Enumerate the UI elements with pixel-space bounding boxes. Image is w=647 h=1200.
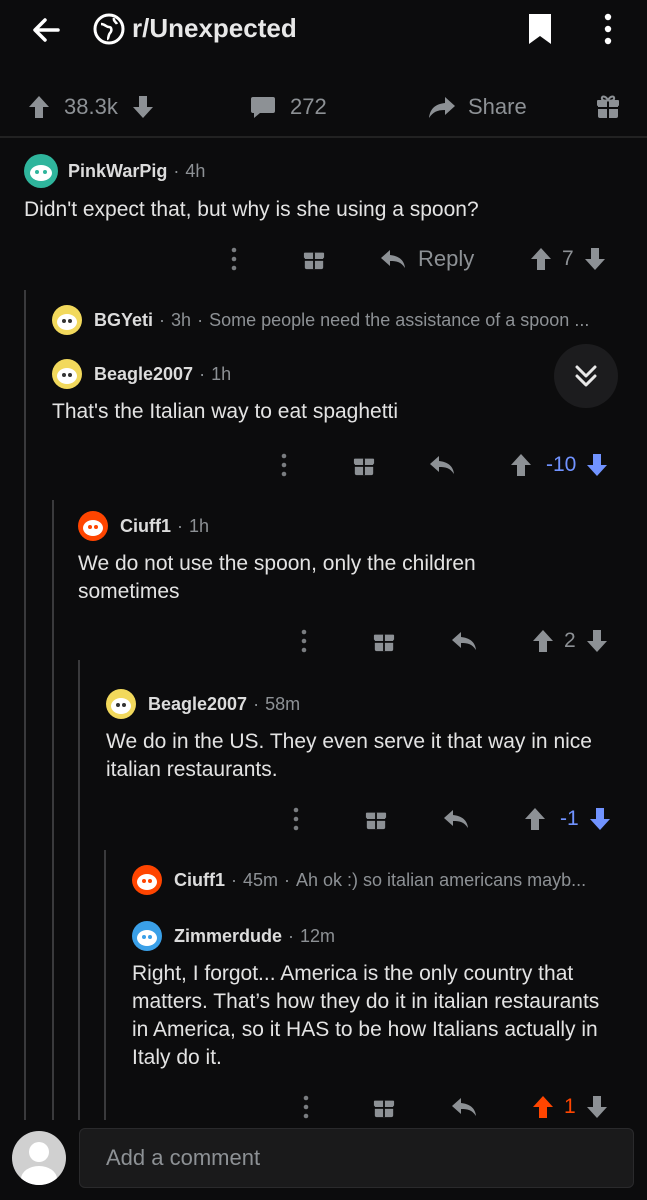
comment-age: 12m [300, 925, 336, 946]
reply-arrow-icon[interactable] [450, 1094, 478, 1120]
collapsed-comment[interactable]: BGYeti · 3h · Some people need the assis… [52, 304, 632, 336]
gift-icon[interactable] [372, 1094, 396, 1120]
reply-label: Reply [418, 246, 475, 271]
comment-age: 1h [211, 363, 232, 384]
share-label: Share [468, 94, 527, 119]
thread-line-1 [24, 290, 26, 1120]
comment-username[interactable]: Beagle2007 [94, 364, 193, 385]
avatar-icon[interactable] [106, 689, 136, 719]
collapse-thread-button[interactable] [554, 344, 618, 408]
comment-score: -1 [560, 807, 579, 830]
back-arrow-icon[interactable] [28, 12, 64, 48]
gift-icon[interactable] [364, 806, 388, 832]
collapsed-comment[interactable]: Ciuff1 · 45m · Ah ok :) so italian ameri… [132, 864, 632, 896]
comment-username[interactable]: PinkWarPig [68, 161, 167, 182]
double-chevron-down-icon [575, 365, 597, 387]
comment-vote-group: 1 [532, 1092, 608, 1122]
comment-username[interactable]: Ciuff1 [174, 870, 225, 891]
comment-username[interactable]: Ciuff1 [120, 516, 171, 537]
comments-count: 272 [290, 94, 327, 119]
avatar-icon [132, 865, 162, 895]
comment-username[interactable]: Zimmerdude [174, 926, 282, 947]
comment-age: 45m [243, 869, 279, 890]
kebab-menu-icon[interactable] [600, 12, 616, 46]
avatar-icon[interactable] [12, 1131, 66, 1185]
share-arrow-icon [429, 97, 455, 118]
comment-vote-group: -1 [524, 804, 611, 834]
kebab-menu-icon[interactable] [228, 244, 240, 274]
downvote-arrow-icon[interactable] [586, 1095, 608, 1119]
avatar-icon[interactable] [52, 359, 82, 389]
add-comment-input[interactable]: Add a comment [79, 1128, 634, 1188]
comment: Ciuff1 · 1h We do not use the spoon, onl… [78, 510, 538, 606]
upvote-arrow-icon[interactable] [530, 247, 552, 271]
comment-score: -10 [546, 453, 577, 476]
divider [0, 136, 647, 138]
comment-body: That's the Italian way to eat spaghetti [52, 400, 399, 423]
avatar-icon[interactable] [24, 154, 58, 188]
post-vote-group: 38.3k [28, 92, 154, 122]
upvote-arrow-icon[interactable] [524, 807, 546, 831]
subreddit-name[interactable]: r/Unexpected [132, 12, 297, 44]
kebab-menu-icon[interactable] [298, 626, 310, 656]
avatar-icon[interactable] [78, 511, 108, 541]
comment: PinkWarPig · 4h Didn't expect that, but … [24, 154, 624, 224]
downvote-arrow-icon[interactable] [584, 247, 606, 271]
top-app-bar: r/Unexpected [0, 0, 647, 62]
comment-preview: Ah ok :) so italian americans mayb... [296, 869, 587, 890]
gift-icon[interactable] [372, 628, 396, 654]
reply-arrow-icon[interactable] [428, 452, 456, 478]
comment-preview: Some people need the assistance of a spo… [209, 309, 590, 330]
comment: Beagle2007 · 1h That's the Italian way t… [52, 358, 552, 426]
subreddit-globe-icon [92, 12, 126, 46]
reply-button[interactable]: Reply [380, 244, 474, 274]
avatar-icon [52, 305, 82, 335]
comment-username[interactable]: Beagle2007 [148, 694, 247, 715]
gift-icon[interactable] [302, 246, 326, 272]
kebab-menu-icon[interactable] [278, 450, 290, 480]
thread-line-4 [104, 850, 106, 1120]
comment: Zimmerdude · 12m Right, I forgot... Amer… [132, 920, 612, 1072]
upvote-arrow-icon[interactable] [28, 95, 50, 119]
downvote-arrow-icon[interactable] [586, 629, 608, 653]
comment-vote-group: -10 [510, 450, 608, 480]
avatar-icon[interactable] [132, 921, 162, 951]
comment-age: 1h [189, 515, 210, 536]
comments-count-button[interactable]: 272 [250, 92, 327, 122]
comment-age: 58m [265, 693, 301, 714]
comment-username[interactable]: BGYeti [94, 310, 153, 331]
comment: Beagle2007 · 58m We do in the US. They e… [106, 688, 606, 784]
comment-vote-group: 2 [532, 626, 608, 656]
upvote-arrow-icon[interactable] [532, 629, 554, 653]
post-score: 38.3k [64, 94, 118, 119]
comment-age: 3h [171, 309, 192, 330]
downvote-arrow-icon[interactable] [586, 453, 608, 477]
reply-arrow-icon [381, 250, 405, 268]
upvote-arrow-icon[interactable] [510, 453, 532, 477]
comment-bubble-icon [251, 97, 275, 118]
upvote-arrow-icon[interactable] [532, 1095, 554, 1119]
comment-body: We do in the US. They even serve it that… [106, 730, 592, 781]
gift-icon[interactable] [352, 452, 376, 478]
comment-body: Right, I forgot... America is the only c… [132, 962, 600, 1069]
comment-score: 7 [562, 247, 574, 270]
thread-line-3 [78, 660, 80, 1120]
comment-score: 1 [564, 1095, 576, 1118]
gift-icon[interactable] [596, 94, 620, 120]
comment-body: We do not use the spoon, only the childr… [78, 552, 476, 603]
post-action-bar: 38.3k 272 Share [0, 78, 647, 136]
comment-score: 2 [564, 629, 576, 652]
reply-arrow-icon[interactable] [450, 628, 478, 654]
comment-vote-group: 7 [530, 244, 606, 274]
thread-line-2 [52, 500, 54, 1120]
kebab-menu-icon[interactable] [300, 1092, 312, 1122]
comment-body: Didn't expect that, but why is she using… [24, 198, 479, 221]
kebab-menu-icon[interactable] [290, 804, 302, 834]
bookmark-icon[interactable] [526, 12, 554, 46]
comment-age: 4h [185, 160, 206, 181]
downvote-arrow-icon[interactable] [132, 95, 154, 119]
reply-arrow-icon[interactable] [442, 806, 470, 832]
share-button[interactable]: Share [428, 92, 527, 122]
downvote-arrow-icon[interactable] [589, 807, 611, 831]
